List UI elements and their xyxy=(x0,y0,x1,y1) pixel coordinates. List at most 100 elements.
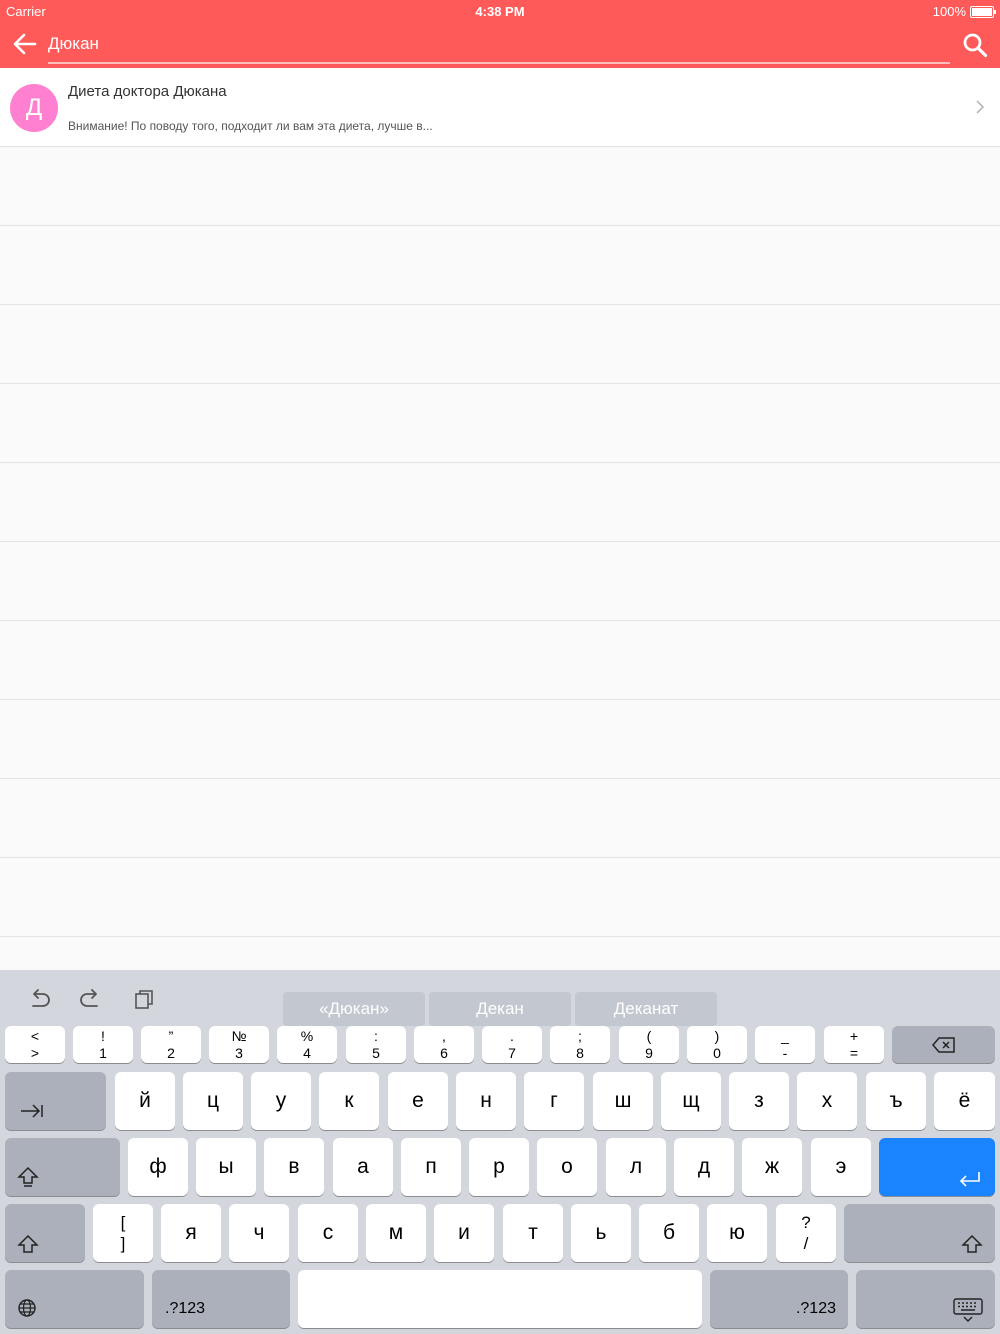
suggestion-2[interactable]: Декан xyxy=(429,992,571,1026)
paste-icon[interactable] xyxy=(132,986,158,1012)
avatar: Д xyxy=(10,84,58,132)
key-0[interactable]: ) 0 xyxy=(687,1026,747,1063)
key-5[interactable]: :5 xyxy=(346,1026,406,1063)
key-ю[interactable]: ю xyxy=(707,1204,767,1262)
shift-left-key[interactable] xyxy=(5,1204,85,1262)
key-bottom: 5 xyxy=(372,1044,380,1061)
return-key[interactable] xyxy=(879,1138,995,1196)
backspace-key[interactable] xyxy=(892,1026,995,1063)
key-3[interactable]: № 3 xyxy=(209,1026,269,1063)
key-top: : xyxy=(374,1027,378,1044)
key-9[interactable]: (9 xyxy=(619,1026,679,1063)
key-а[interactable]: а xyxy=(333,1138,393,1196)
key-ц[interactable]: ц xyxy=(183,1072,243,1130)
undo-icon[interactable] xyxy=(26,986,52,1012)
key-э[interactable]: э xyxy=(811,1138,871,1196)
key-б[interactable]: б xyxy=(639,1204,699,1262)
key-lt[interactable]: < > xyxy=(5,1026,65,1063)
empty-row xyxy=(0,621,1000,700)
shift-icon xyxy=(961,1234,983,1253)
key-ь[interactable]: ь xyxy=(571,1204,631,1262)
numbers-left-key[interactable]: .?123 xyxy=(152,1270,290,1328)
key-bracket[interactable]: [] xyxy=(93,1204,153,1262)
empty-row xyxy=(0,226,1000,305)
search-icon[interactable] xyxy=(962,32,988,58)
key-ж[interactable]: ж xyxy=(742,1138,802,1196)
redo-icon[interactable] xyxy=(78,986,104,1012)
key-к[interactable]: к xyxy=(319,1072,379,1130)
key-х[interactable]: х xyxy=(797,1072,857,1130)
key-е[interactable]: е xyxy=(388,1072,448,1130)
space-key[interactable] xyxy=(298,1270,702,1328)
empty-row xyxy=(0,700,1000,779)
key-ш[interactable]: ш xyxy=(593,1072,653,1130)
app-header: Carrier 4:38 PM 100% xyxy=(0,0,1000,68)
key-slash[interactable]: ? / xyxy=(776,1204,836,1262)
key-top: + xyxy=(849,1027,859,1044)
key-и[interactable]: и xyxy=(434,1204,494,1262)
globe-key[interactable] xyxy=(5,1270,144,1328)
key-щ[interactable]: щ xyxy=(661,1072,721,1130)
key-bottom: ] xyxy=(120,1234,126,1253)
key-equals[interactable]: + = xyxy=(824,1026,884,1063)
numbers-label: .?123 xyxy=(165,1300,206,1317)
key-bottom: 2 xyxy=(167,1044,175,1061)
shift-right-key[interactable] xyxy=(844,1204,995,1262)
results-list: Д Диета доктора Дюкана Внимание! По пово… xyxy=(0,68,1000,937)
key-bottom: 3 xyxy=(235,1044,243,1061)
battery-indicator: 100% xyxy=(933,4,996,19)
caps-lock-key[interactable] xyxy=(5,1138,120,1196)
key-ы[interactable]: ы xyxy=(196,1138,256,1196)
key-я[interactable]: я xyxy=(161,1204,221,1262)
key-2[interactable]: ” 2 xyxy=(141,1026,201,1063)
key-top: ! xyxy=(101,1027,105,1044)
key-4[interactable]: % 4 xyxy=(277,1026,337,1063)
keyboard: «Дюкан» Декан Деканат < > ! 1 ” 2 № 3 % 4 :5 … xyxy=(0,970,1000,1334)
search-input[interactable] xyxy=(48,32,950,56)
back-arrow-icon[interactable] xyxy=(12,32,38,56)
key-bottom: = xyxy=(849,1044,859,1061)
key-bottom: 1 xyxy=(99,1044,107,1061)
tab-key[interactable] xyxy=(5,1072,106,1130)
key-6[interactable]: ,6 xyxy=(414,1026,474,1063)
key-top: ) xyxy=(714,1027,720,1044)
numbers-right-key[interactable]: .?123 xyxy=(710,1270,848,1328)
key-н[interactable]: н xyxy=(456,1072,516,1130)
key-г[interactable]: г xyxy=(524,1072,584,1130)
key-й[interactable]: й xyxy=(115,1072,175,1130)
list-item[interactable]: Д Диета доктора Дюкана Внимание! По пово… xyxy=(0,68,1000,147)
key-в[interactable]: в xyxy=(264,1138,324,1196)
key-з[interactable]: з xyxy=(729,1072,789,1130)
empty-row xyxy=(0,384,1000,463)
chevron-right-icon xyxy=(976,100,985,114)
key-ч[interactable]: ч xyxy=(229,1204,289,1262)
key-л[interactable]: л xyxy=(606,1138,666,1196)
caps-lock-icon xyxy=(17,1166,39,1187)
key-т[interactable]: т xyxy=(503,1204,563,1262)
key-у[interactable]: у xyxy=(251,1072,311,1130)
key-п[interactable]: п xyxy=(401,1138,461,1196)
hide-keyboard-key[interactable] xyxy=(856,1270,995,1328)
suggestion-3[interactable]: Деканат xyxy=(575,992,717,1026)
key-7[interactable]: .7 xyxy=(482,1026,542,1063)
key-bottom: 8 xyxy=(576,1044,584,1061)
key-с[interactable]: с xyxy=(298,1204,358,1262)
key-р[interactable]: р xyxy=(469,1138,529,1196)
item-subtitle: Внимание! По поводу того, подходит ли ва… xyxy=(68,119,433,133)
key-ъ[interactable]: ъ xyxy=(866,1072,926,1130)
key-8[interactable]: ; 8 xyxy=(550,1026,610,1063)
key-д[interactable]: д xyxy=(674,1138,734,1196)
search-field[interactable] xyxy=(48,32,950,64)
item-title: Диета доктора Дюкана xyxy=(68,83,227,100)
key-ё[interactable]: ё xyxy=(934,1072,995,1130)
keyboard-toolbar: «Дюкан» Декан Деканат xyxy=(0,980,1000,1026)
suggestion-1[interactable]: «Дюкан» xyxy=(283,992,425,1026)
key-1[interactable]: ! 1 xyxy=(73,1026,133,1063)
key-м[interactable]: м xyxy=(366,1204,426,1262)
backspace-icon xyxy=(931,1036,955,1053)
key-top: ; xyxy=(578,1027,582,1044)
status-bar: Carrier 4:38 PM 100% xyxy=(0,2,1000,20)
key-о[interactable]: о xyxy=(537,1138,597,1196)
key-minus[interactable]: _ - xyxy=(755,1026,815,1063)
key-ф[interactable]: ф xyxy=(128,1138,188,1196)
